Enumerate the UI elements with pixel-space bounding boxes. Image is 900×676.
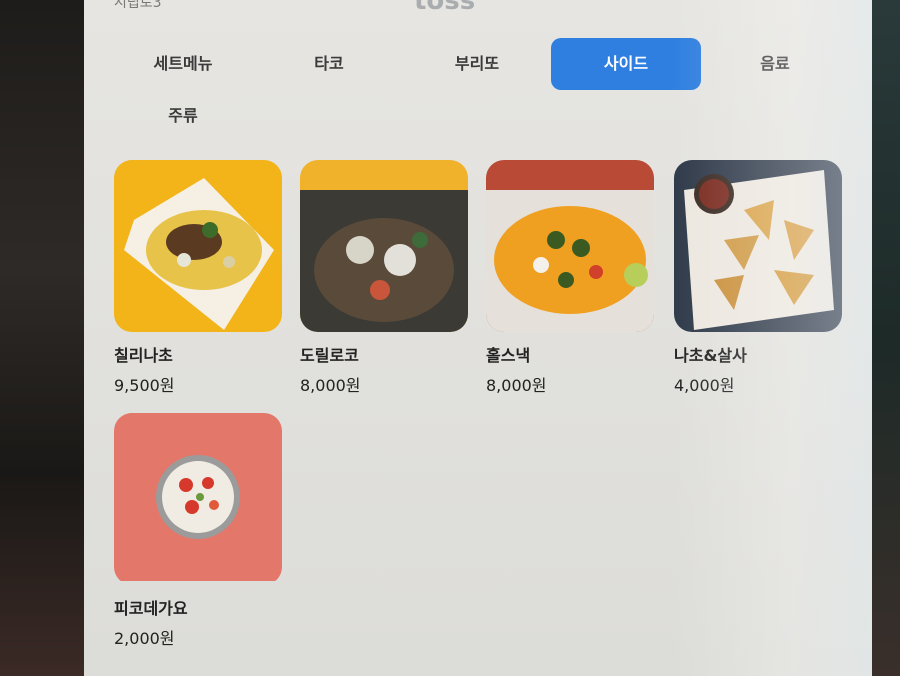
product-card-doriloco[interactable]: 도릴로코 8,000원 <box>300 160 468 396</box>
tab-drinks[interactable]: 음료 <box>700 38 850 90</box>
doriloco-image <box>300 160 468 332</box>
tab-side[interactable]: 사이드 <box>551 38 701 90</box>
store-name: 시립로3 <box>114 0 162 11</box>
tab-alcohol[interactable]: 주류 <box>108 90 258 142</box>
product-price: 8,000원 <box>300 376 361 395</box>
toss-logo: toss <box>414 0 476 16</box>
top-bar: 시립로3 toss <box>84 0 872 18</box>
tab-taco[interactable]: 타코 <box>254 38 404 90</box>
product-price: 9,500원 <box>114 376 175 395</box>
product-name: 도릴로코 <box>300 346 359 365</box>
tab-burrito[interactable]: 부리또 <box>402 38 552 90</box>
kiosk-bezel-right <box>872 0 900 676</box>
product-card-nachos-salsa[interactable]: 나초&살사 4,000원 <box>674 160 842 396</box>
kiosk-frame: 시립로3 toss 세트메뉴 타코 부리또 사이드 음료 주류 칠리나초 9,5… <box>0 0 900 676</box>
product-price: 2,000원 <box>114 629 175 648</box>
kiosk-screen: 시립로3 toss 세트메뉴 타코 부리또 사이드 음료 주류 칠리나초 9,5… <box>84 0 872 676</box>
whole-snack-image <box>486 160 654 332</box>
product-name: 칠리나초 <box>114 346 173 365</box>
tab-set-menu[interactable]: 세트메뉴 <box>108 38 258 90</box>
kiosk-bezel-left <box>0 0 84 676</box>
product-card-chili-nachos[interactable]: 칠리나초 9,500원 <box>114 160 282 396</box>
product-price: 8,000원 <box>486 376 547 395</box>
product-card-whole-snack[interactable]: 홀스낵 8,000원 <box>486 160 654 396</box>
product-name: 피코데가요 <box>114 599 188 618</box>
nachos-salsa-image <box>674 160 842 332</box>
product-card-pico-de-gallo[interactable]: 피코데가요 2,000원 <box>114 413 282 649</box>
product-price: 4,000원 <box>674 376 735 395</box>
product-name: 홀스낵 <box>486 346 531 365</box>
product-name: 나초&살사 <box>674 346 747 365</box>
chili-nachos-image <box>114 160 282 332</box>
pico-de-gallo-image <box>114 413 282 585</box>
